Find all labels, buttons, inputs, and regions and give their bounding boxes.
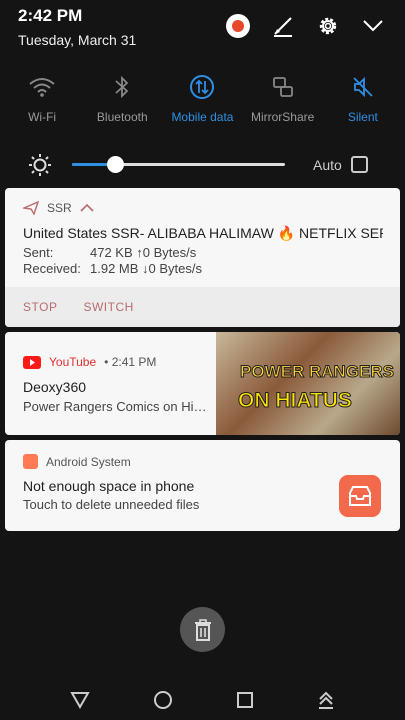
toggle-label: Silent <box>347 110 378 124</box>
toggle-bluetooth[interactable]: Bluetooth <box>82 70 162 124</box>
storage-icon <box>23 454 38 469</box>
settings-icon[interactable] <box>315 13 340 38</box>
ssr-app-name: SSR <box>47 201 72 215</box>
sent-label: Sent: <box>23 245 54 260</box>
toggle-label: Mobile data <box>171 110 234 124</box>
youtube-app-row: YouTube • 2:41 PM <box>23 355 156 369</box>
quick-toggles: Wi-Fi Bluetooth Mobile data MirrorShare … <box>0 70 405 124</box>
avatar-icon[interactable] <box>226 13 250 38</box>
home-icon[interactable] <box>153 690 173 710</box>
navigation-bar <box>0 680 405 720</box>
ssr-app-row: SSR <box>23 201 94 215</box>
status-time: 2:42 PM <box>18 6 83 25</box>
youtube-channel: Deoxy360 <box>23 379 87 395</box>
ssr-sent-row: Sent: 472 KB ↑0 Bytes/s <box>23 245 196 260</box>
brightness-slider[interactable] <box>72 156 285 173</box>
system-subtitle: Touch to delete unneeded files <box>23 497 200 512</box>
video-thumbnail[interactable]: POWER RANGERS ON HIATUS <box>216 332 400 435</box>
youtube-notification[interactable]: YouTube • 2:41 PM Deoxy360 Power Rangers… <box>5 332 400 435</box>
youtube-video-title: Power Rangers Comics on Hi… <box>23 399 207 414</box>
mobile-data-icon <box>189 70 215 104</box>
ssr-received-row: Received: 1.92 MB ↓0 Bytes/s <box>23 261 202 276</box>
stop-button[interactable]: STOP <box>23 300 57 314</box>
toggle-label: Bluetooth <box>96 110 148 124</box>
youtube-app-name: YouTube <box>49 355 97 369</box>
header-actions <box>226 13 385 38</box>
toggle-mobile-data[interactable]: Mobile data <box>162 70 242 124</box>
thumbnail-line-2: ON HIATUS <box>238 389 353 413</box>
toggle-wifi[interactable]: Wi-Fi <box>2 70 82 124</box>
brightness-icon <box>28 153 52 182</box>
toggle-label: MirrorShare <box>250 110 315 124</box>
ssr-actions: STOP SWITCH <box>5 287 400 327</box>
wifi-icon <box>28 70 56 104</box>
received-value: 1.92 MB ↓0 Bytes/s <box>90 261 202 276</box>
status-date: Tuesday, March 31 <box>18 32 137 48</box>
switch-button[interactable]: SWITCH <box>83 300 133 314</box>
system-app-name: Android System <box>46 454 131 469</box>
silent-icon <box>351 70 375 104</box>
auto-brightness-checkbox[interactable] <box>351 156 368 173</box>
chevron-down-icon[interactable] <box>360 13 385 38</box>
youtube-icon <box>23 355 41 369</box>
received-label: Received: <box>23 261 81 276</box>
clear-all-button[interactable] <box>180 607 225 652</box>
trash-icon <box>194 618 211 641</box>
system-title: Not enough space in phone <box>23 478 195 494</box>
system-app-row: Android System <box>23 454 131 469</box>
bluetooth-icon <box>113 70 131 104</box>
youtube-time: • 2:41 PM <box>104 355 157 369</box>
toggle-silent[interactable]: Silent <box>323 70 403 124</box>
inbox-tray-icon <box>339 475 381 517</box>
back-icon[interactable] <box>69 691 90 709</box>
brightness-thumb[interactable] <box>106 156 124 173</box>
toggle-mirrorshare[interactable]: MirrorShare <box>243 70 323 124</box>
thumbnail-line-1: POWER RANGERS <box>240 362 395 382</box>
brightness-control: Auto <box>28 150 388 180</box>
ssr-notification[interactable]: SSR United States SSR- ALIBABA HALIMAW 🔥… <box>5 188 400 327</box>
toggle-label: Wi-Fi <box>28 110 57 124</box>
chevron-up-icon[interactable] <box>80 203 94 213</box>
ssr-title: United States SSR- ALIBABA HALIMAW 🔥 NET… <box>23 225 383 241</box>
auto-brightness-label: Auto <box>313 157 342 173</box>
sent-value: 472 KB ↑0 Bytes/s <box>90 245 197 260</box>
system-notification[interactable]: Android System Not enough space in phone… <box>5 440 400 531</box>
notification-dismiss-icon[interactable] <box>317 690 335 710</box>
recents-icon[interactable] <box>236 691 254 709</box>
edit-icon[interactable] <box>270 13 295 38</box>
mirrorshare-icon <box>271 70 295 104</box>
paper-plane-icon <box>23 201 39 215</box>
